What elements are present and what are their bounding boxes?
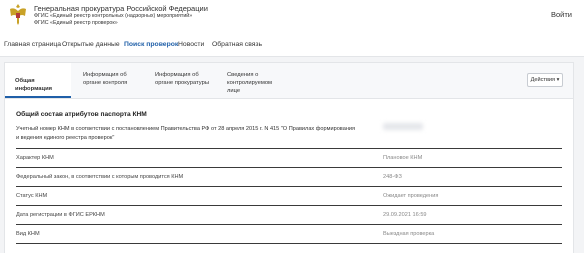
tab-control-body[interactable]: Информация об органе контроля xyxy=(83,71,139,87)
attribute-value: 29.09.2021 16:59 xyxy=(383,212,427,218)
tab-general-info[interactable]: Общая информация xyxy=(5,63,71,98)
login-link[interactable]: Войти xyxy=(551,10,572,19)
main-nav: Главная страница Открытые данные Поиск п… xyxy=(0,35,584,57)
passport-card: Общая информация Информация об органе ко… xyxy=(4,62,574,253)
actions-dropdown[interactable]: Действия ▾ xyxy=(527,73,563,87)
system-name: ФГИС «Единый реестр контрольных (надзорн… xyxy=(34,13,193,19)
attribute-value: Выездная проверка xyxy=(383,231,435,237)
attribute-key: Вид КНМ xyxy=(16,231,40,237)
nav-item-home[interactable]: Главная страница xyxy=(4,41,61,48)
attribute-value: Ожидает проведения xyxy=(383,193,439,199)
attribute-row: Федеральный закон, в соответствии с кото… xyxy=(16,167,562,186)
nav-item-search-inspections[interactable]: Поиск проверок xyxy=(124,41,178,48)
coat-of-arms-icon xyxy=(10,4,26,26)
section-title: Общий состав атрибутов паспорта КНМ xyxy=(16,111,147,118)
tab-prosecutor-body[interactable]: Информация об органе прокуратуры xyxy=(155,71,213,87)
system-subname: ФГИС «Единый реестр проверок» xyxy=(34,20,118,26)
attribute-row: Статус КНМ Ожидает проведения xyxy=(16,186,562,205)
registration-number-description: Учетный номер КНМ в соответствии с поста… xyxy=(16,126,356,141)
attribute-value: 248-ФЗ xyxy=(383,174,402,180)
top-header: Генеральная прокуратура Российской Федер… xyxy=(0,0,584,35)
attribute-key: Дата регистрации в ФГИС ЕРКНМ xyxy=(16,212,105,218)
attribute-row: Характер КНМ Плановое КНМ xyxy=(16,148,562,167)
nav-item-open-data[interactable]: Открытые данные xyxy=(62,41,120,48)
attribute-row: Дата регистрации в ФГИС ЕРКНМ 29.09.2021… xyxy=(16,205,562,224)
redacted-value xyxy=(383,123,423,130)
attribute-value: Плановое КНМ xyxy=(383,155,423,161)
org-title: Генеральная прокуратура Российской Федер… xyxy=(34,4,208,13)
organization-title: Генеральная прокуратура Российской Федер… xyxy=(34,4,208,27)
tab-controlled-person[interactable]: Сведения о контролируемом лице xyxy=(227,71,285,95)
tab-bar: Общая информация Информация об органе ко… xyxy=(5,63,573,99)
attribute-row: Вид КНМ Выездная проверка xyxy=(16,224,562,243)
nav-item-feedback[interactable]: Обратная связь xyxy=(212,41,262,48)
attribute-key: Характер КНМ xyxy=(16,155,54,161)
attribute-key: Федеральный закон, в соответствии с кото… xyxy=(16,174,184,180)
attribute-key: Статус КНМ xyxy=(16,193,48,199)
nav-item-news[interactable]: Новости xyxy=(178,41,204,48)
attribute-row-divider xyxy=(16,243,562,253)
